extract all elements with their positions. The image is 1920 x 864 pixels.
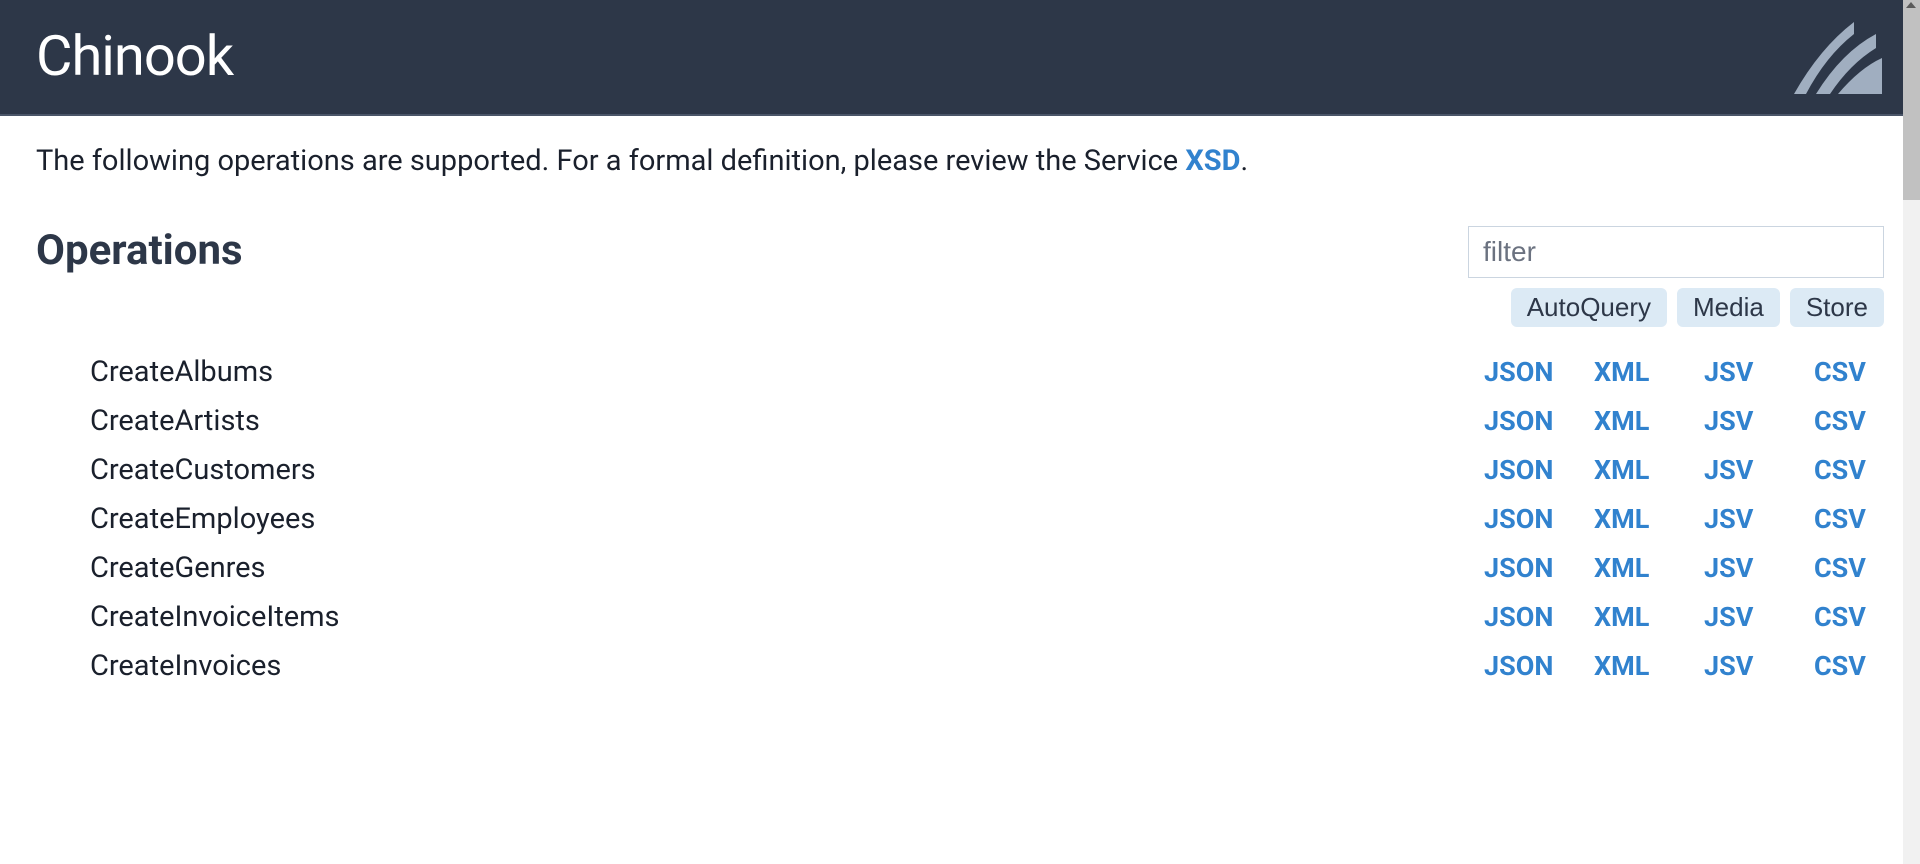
operation-name: CreateAlbums [90, 355, 1484, 389]
scrollbar-track[interactable] [1903, 0, 1920, 864]
operation-name: CreateInvoices [90, 649, 1484, 683]
format-csv-link[interactable]: CSV [1814, 356, 1884, 388]
operation-row: CreateEmployees JSON XML JSV CSV [36, 494, 1884, 543]
filter-chips: AutoQuery Media Store [1511, 288, 1884, 327]
scrollbar-up-arrow-icon[interactable] [1906, 2, 1916, 8]
operation-row: CreateAlbums JSON XML JSV CSV [36, 347, 1884, 396]
operation-row: CreateCustomers JSON XML JSV CSV [36, 445, 1884, 494]
operation-row: CreateArtists JSON XML JSV CSV [36, 396, 1884, 445]
format-json-link[interactable]: JSON [1484, 552, 1594, 584]
operations-header-row: Operations AutoQuery Media Store [36, 226, 1884, 327]
operations-controls: AutoQuery Media Store [1468, 226, 1884, 327]
format-csv-link[interactable]: CSV [1814, 405, 1884, 437]
format-json-link[interactable]: JSON [1484, 650, 1594, 682]
format-jsv-link[interactable]: JSV [1704, 356, 1814, 388]
format-json-link[interactable]: JSON [1484, 356, 1594, 388]
chip-autoquery[interactable]: AutoQuery [1511, 288, 1667, 327]
format-csv-link[interactable]: CSV [1814, 503, 1884, 535]
operation-formats: JSON XML JSV CSV [1484, 552, 1884, 584]
operation-formats: JSON XML JSV CSV [1484, 650, 1884, 682]
intro-prefix: The following operations are supported. … [36, 144, 1185, 178]
app-header: Chinook [0, 0, 1920, 116]
format-xml-link[interactable]: XML [1594, 454, 1704, 486]
xsd-link[interactable]: XSD [1185, 144, 1240, 178]
format-csv-link[interactable]: CSV [1814, 454, 1884, 486]
format-xml-link[interactable]: XML [1594, 650, 1704, 682]
format-jsv-link[interactable]: JSV [1704, 601, 1814, 633]
intro-suffix: . [1240, 144, 1248, 178]
format-json-link[interactable]: JSON [1484, 454, 1594, 486]
operation-name: CreateArtists [90, 404, 1484, 438]
operation-row: CreateInvoices JSON XML JSV CSV [36, 641, 1884, 690]
format-xml-link[interactable]: XML [1594, 405, 1704, 437]
format-jsv-link[interactable]: JSV [1704, 405, 1814, 437]
main-content: The following operations are supported. … [0, 116, 1920, 720]
format-xml-link[interactable]: XML [1594, 503, 1704, 535]
format-jsv-link[interactable]: JSV [1704, 650, 1814, 682]
operations-table: CreateAlbums JSON XML JSV CSV CreateArti… [36, 347, 1884, 690]
operations-heading: Operations [36, 226, 243, 275]
operation-name: CreateGenres [90, 551, 1484, 585]
format-json-link[interactable]: JSON [1484, 601, 1594, 633]
format-json-link[interactable]: JSON [1484, 405, 1594, 437]
operation-formats: JSON XML JSV CSV [1484, 503, 1884, 535]
format-csv-link[interactable]: CSV [1814, 601, 1884, 633]
operation-name: CreateEmployees [90, 502, 1484, 536]
format-xml-link[interactable]: XML [1594, 601, 1704, 633]
format-csv-link[interactable]: CSV [1814, 650, 1884, 682]
operation-name: CreateCustomers [90, 453, 1484, 487]
operation-formats: JSON XML JSV CSV [1484, 356, 1884, 388]
operation-name: CreateInvoiceItems [90, 600, 1484, 634]
format-jsv-link[interactable]: JSV [1704, 552, 1814, 584]
format-jsv-link[interactable]: JSV [1704, 503, 1814, 535]
format-json-link[interactable]: JSON [1484, 503, 1594, 535]
chip-store[interactable]: Store [1790, 288, 1884, 327]
format-csv-link[interactable]: CSV [1814, 552, 1884, 584]
format-xml-link[interactable]: XML [1594, 552, 1704, 584]
format-xml-link[interactable]: XML [1594, 356, 1704, 388]
operation-row: CreateGenres JSON XML JSV CSV [36, 543, 1884, 592]
operation-formats: JSON XML JSV CSV [1484, 601, 1884, 633]
format-jsv-link[interactable]: JSV [1704, 454, 1814, 486]
operation-row: CreateInvoiceItems JSON XML JSV CSV [36, 592, 1884, 641]
operation-formats: JSON XML JSV CSV [1484, 454, 1884, 486]
intro-text: The following operations are supported. … [36, 144, 1884, 178]
filter-input[interactable] [1468, 226, 1884, 278]
scrollbar-thumb[interactable] [1903, 0, 1920, 200]
app-title: Chinook [36, 23, 233, 89]
operation-formats: JSON XML JSV CSV [1484, 405, 1884, 437]
servicestack-logo-icon [1784, 16, 1884, 96]
chip-media[interactable]: Media [1677, 288, 1780, 327]
